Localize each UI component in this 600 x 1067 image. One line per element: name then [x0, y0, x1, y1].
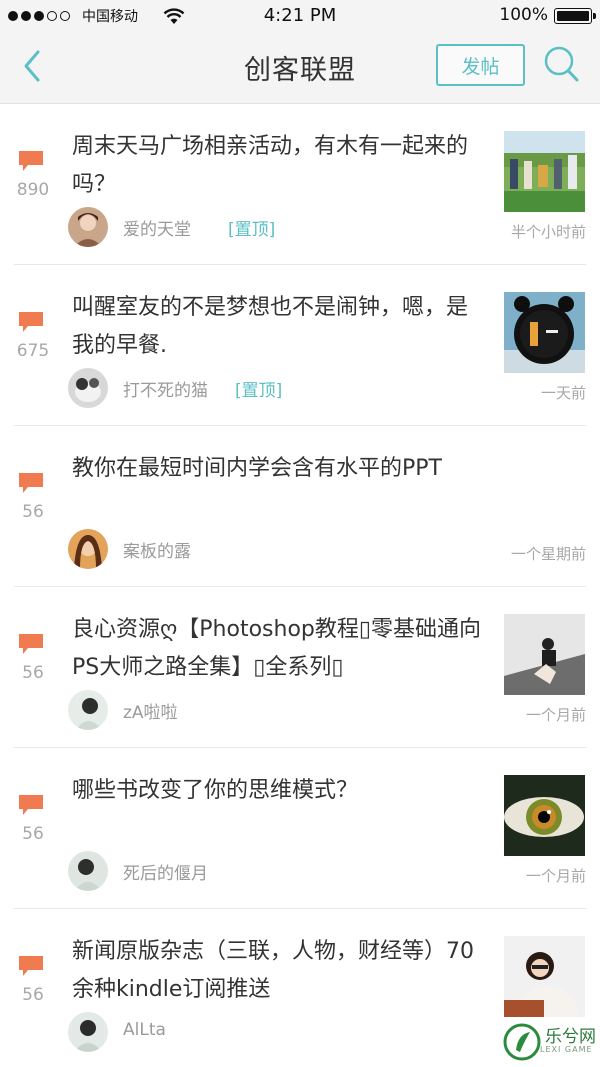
- comment-count: 56: [22, 824, 44, 844]
- status-bar: 中国移动 4:21 PM 100%: [0, 0, 600, 32]
- post-title[interactable]: 教你在最短时间内学会含有水平的PPT: [72, 450, 512, 488]
- post-title[interactable]: 新闻原版杂志（三联，人物，财经等）70余种kindle订阅推送: [72, 933, 482, 1009]
- post-thumbnail[interactable]: [504, 131, 585, 212]
- comment-count: 675: [16, 341, 50, 361]
- post-title[interactable]: 哪些书改变了你的思维模式？: [72, 772, 482, 810]
- post-thumbnail[interactable]: [504, 614, 585, 695]
- post-item[interactable]: 56 新闻原版杂志（三联，人物，财经等）70余种kindle订阅推送 AlLta: [14, 909, 586, 1067]
- post-time: 一个星期前: [510, 545, 586, 563]
- post-time: 一个月前: [525, 706, 586, 724]
- search-icon[interactable]: [543, 44, 581, 84]
- avatar[interactable]: [68, 690, 108, 730]
- watermark-text: 乐兮网: [545, 1027, 596, 1047]
- comment-count: 56: [22, 502, 44, 522]
- post-time: 一个月前: [525, 867, 586, 885]
- post-title[interactable]: 叫醒室友的不是梦想也不是闹钟，嗯，是我的早餐.: [72, 289, 482, 365]
- watermark-subtext: LEXI GAME: [540, 1045, 593, 1054]
- post-title[interactable]: 周末天马广场相亲活动，有木有一起来的吗？: [72, 128, 482, 204]
- comment-icon: [19, 312, 43, 332]
- comment-count: 890: [16, 180, 50, 200]
- pinned-tag: [置顶]: [235, 381, 283, 401]
- avatar[interactable]: [68, 851, 108, 891]
- comment-icon: [19, 151, 43, 171]
- avatar[interactable]: [68, 368, 108, 408]
- post-item[interactable]: 56 哪些书改变了你的思维模式？ 死后的偃月 一个月前: [14, 748, 586, 909]
- post-time: 半个小时前: [510, 223, 586, 241]
- comment-icon: [19, 634, 43, 654]
- comment-count: 56: [22, 985, 44, 1005]
- post-list: 890 周末天马广场相亲活动，有木有一起来的吗？ 爱的天堂 [置顶] 半个小时前…: [0, 104, 600, 1067]
- comment-icon: [19, 956, 43, 976]
- post-item[interactable]: 675 叫醒室友的不是梦想也不是闹钟，嗯，是我的早餐. 打不死的猫 [置顶] 一…: [14, 265, 586, 426]
- author-name[interactable]: 打不死的猫: [123, 376, 208, 401]
- avatar[interactable]: [68, 1012, 108, 1052]
- post-title[interactable]: 良心资源ღ【Photoshop教程▯零基础通向PS大师之路全集】▯全系列▯: [72, 611, 482, 687]
- comment-icon: [19, 795, 43, 815]
- author-name[interactable]: AlLta: [123, 1020, 166, 1040]
- battery-percent: 100%: [499, 5, 548, 25]
- post-item[interactable]: 890 周末天马广场相亲活动，有木有一起来的吗？ 爱的天堂 [置顶] 半个小时前: [14, 104, 586, 265]
- post-thumbnail[interactable]: [504, 936, 585, 1017]
- post-thumbnail[interactable]: [504, 775, 585, 856]
- author-name[interactable]: zA啦啦: [123, 698, 178, 723]
- battery-icon: [554, 8, 596, 24]
- author-name[interactable]: 爱的天堂: [123, 215, 191, 240]
- avatar[interactable]: [68, 529, 108, 569]
- avatar[interactable]: [68, 207, 108, 247]
- pinned-tag: [置顶]: [228, 220, 276, 240]
- nav-bar: 创客联盟 发帖: [0, 32, 600, 104]
- post-button[interactable]: 发帖: [436, 44, 525, 86]
- post-item[interactable]: 56 良心资源ღ【Photoshop教程▯零基础通向PS大师之路全集】▯全系列▯…: [14, 587, 586, 748]
- comment-count: 56: [22, 663, 44, 683]
- post-thumbnail[interactable]: [504, 292, 585, 373]
- author-name[interactable]: 死后的偃月: [123, 859, 208, 884]
- post-item[interactable]: 56 教你在最短时间内学会含有水平的PPT 案板的露 一个星期前: [14, 426, 586, 587]
- post-time: 一天前: [540, 384, 586, 402]
- comment-icon: [19, 473, 43, 493]
- author-name[interactable]: 案板的露: [123, 537, 191, 562]
